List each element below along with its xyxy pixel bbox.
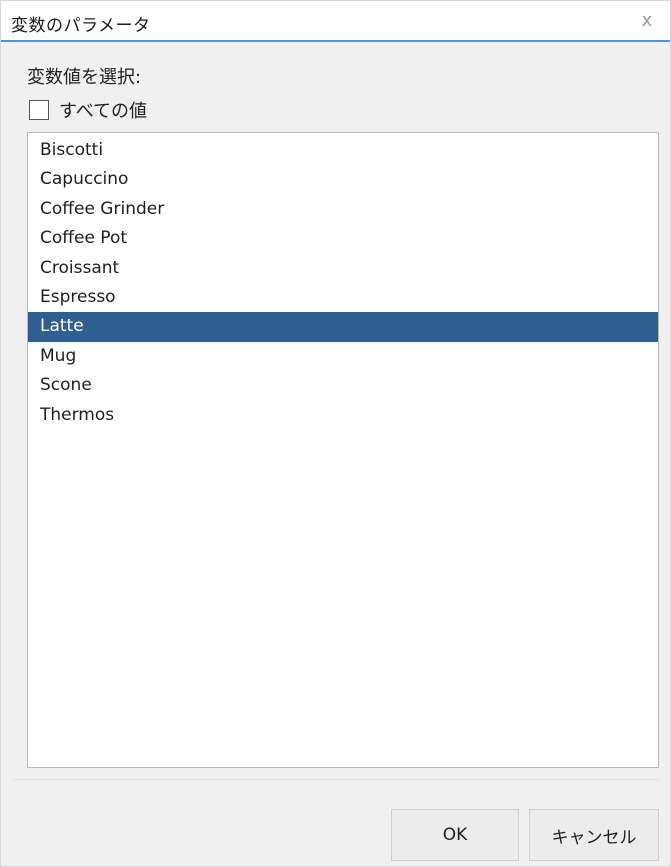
select-value-label: 変数値を選択: xyxy=(27,67,142,88)
list-item[interactable]: Croissant xyxy=(28,254,658,283)
dialog-title: 変数のパラメータ xyxy=(11,16,151,36)
list-item[interactable]: Espresso xyxy=(28,283,658,312)
list-item[interactable]: Biscotti xyxy=(28,136,658,165)
list-item[interactable]: Capuccino xyxy=(28,165,658,194)
all-values-checkbox[interactable] xyxy=(29,100,49,120)
cancel-button[interactable]: キャンセル xyxy=(529,809,659,861)
ok-button[interactable]: OK xyxy=(391,809,519,861)
footer-divider xyxy=(13,779,660,780)
list-item[interactable]: Scone xyxy=(28,371,658,400)
list-item[interactable]: Coffee Pot xyxy=(28,224,658,253)
list-item[interactable]: Mug xyxy=(28,342,658,371)
all-values-label[interactable]: すべての値 xyxy=(59,97,147,123)
list-item[interactable]: Thermos xyxy=(28,401,658,430)
all-values-checkbox-row[interactable]: すべての値 xyxy=(29,97,147,123)
list-item[interactable]: Coffee Grinder xyxy=(28,195,658,224)
values-listbox[interactable]: Biscotti Capuccino Coffee Grinder Coffee… xyxy=(27,132,659,768)
close-icon[interactable]: x xyxy=(636,10,658,32)
list-item-selected[interactable]: Latte xyxy=(28,312,658,342)
title-bar[interactable]: 変数のパラメータ x xyxy=(1,1,670,42)
variable-parameter-dialog: 変数のパラメータ x 変数値を選択: すべての値 Biscotti Capucc… xyxy=(0,0,671,867)
